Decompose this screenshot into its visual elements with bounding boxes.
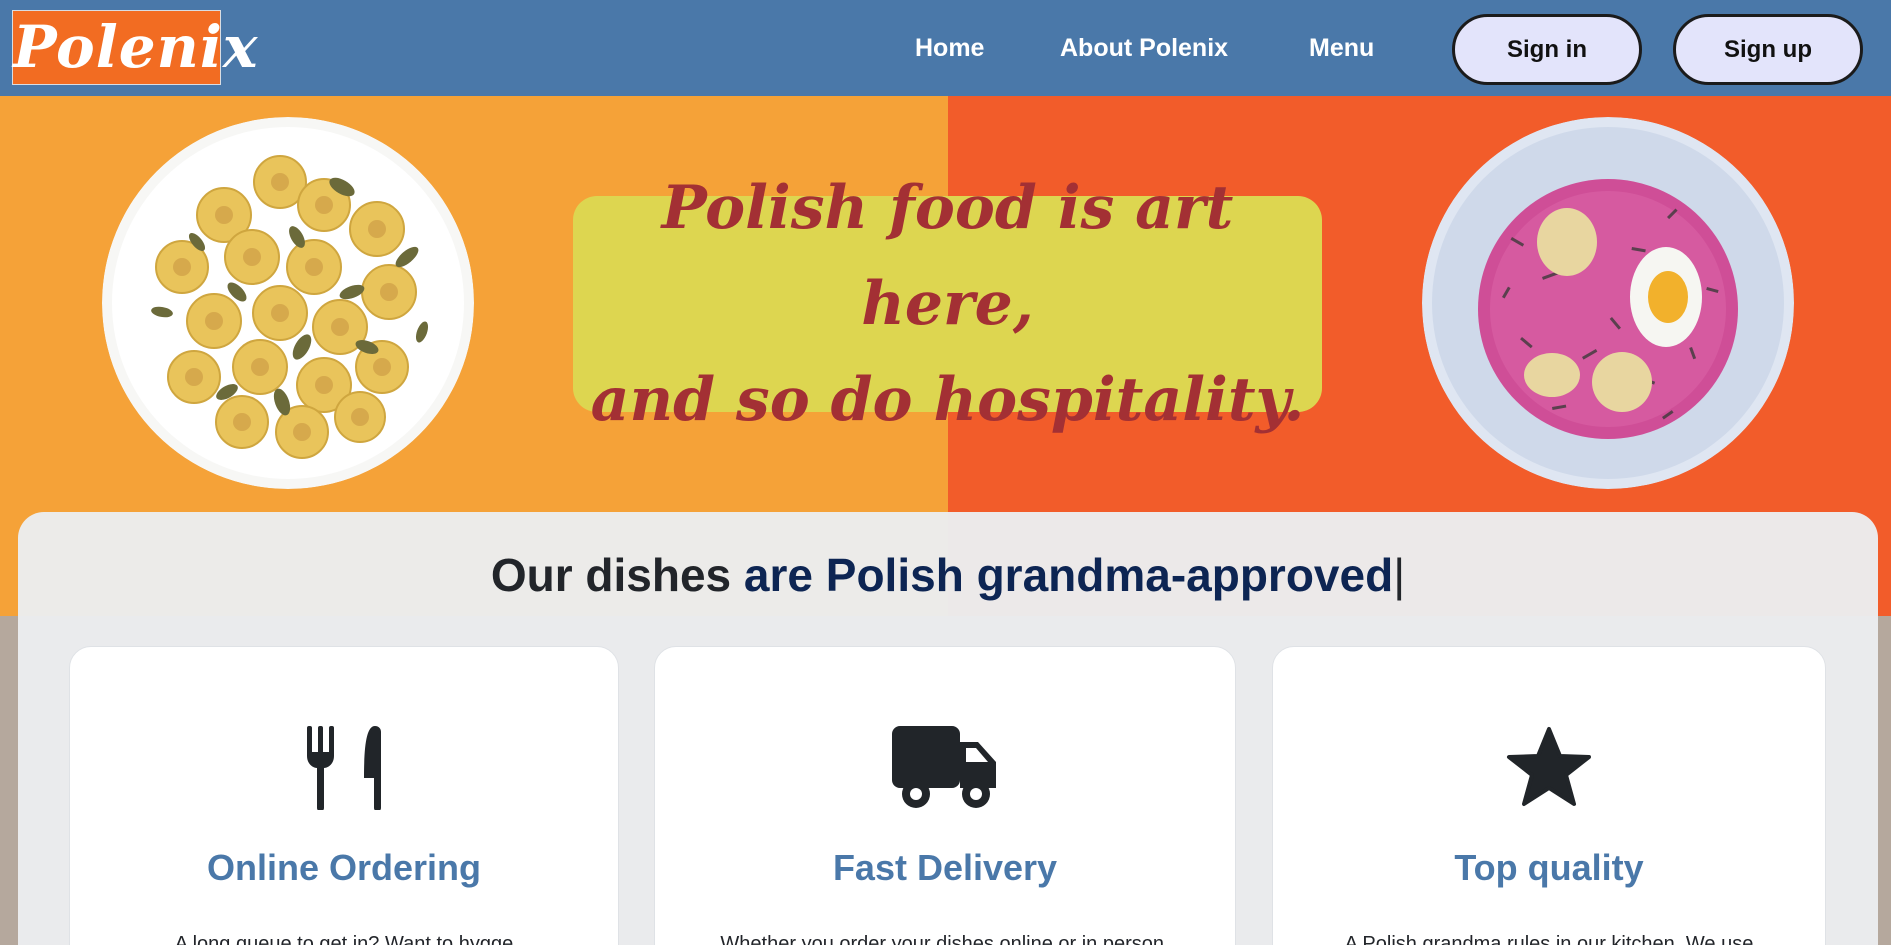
feature-card-fast-delivery: Fast Delivery Whether you order your dis… <box>654 646 1236 945</box>
card-title: Online Ordering <box>206 847 482 888</box>
nav-link-menu[interactable]: Menu <box>1309 34 1374 63</box>
typing-cursor: | <box>1393 549 1406 601</box>
feature-card-top-quality: Top quality A Polish grandma rules in ou… <box>1272 646 1826 945</box>
features-heading: Our dishes are Polish grandma-approved| <box>18 548 1878 602</box>
tagline-line-1: Polish food is art here, <box>661 173 1234 339</box>
card-text: Whether you order your dishes online or … <box>720 933 1170 945</box>
card-title: Top quality <box>1454 847 1644 888</box>
nav-link-about[interactable]: About Polenix <box>1060 34 1228 63</box>
star-icon <box>1506 726 1592 815</box>
polenix-logo[interactable]: Polenix <box>12 10 257 85</box>
utensils-icon <box>307 726 381 815</box>
tagline-line-2: and so do hospitality. <box>590 365 1305 435</box>
heading-plain-text: Our dishes <box>490 549 744 601</box>
beet-soup-plate-image <box>1422 117 1794 489</box>
nav-link-home[interactable]: Home <box>915 34 984 63</box>
hero-tagline: Polish food is art here, and so do hospi… <box>573 173 1322 435</box>
sign-in-button[interactable]: Sign in <box>1452 14 1642 85</box>
card-title: Fast Delivery <box>832 847 1058 888</box>
card-text: A long queue to get in? Want to hygge <box>174 933 514 945</box>
features-section: Our dishes are Polish grandma-approved| … <box>18 512 1878 945</box>
heading-bold-text: are Polish grandma-approved <box>743 549 1394 601</box>
dumplings-plate-image <box>102 117 474 489</box>
truck-icon <box>892 726 998 815</box>
sign-up-button[interactable]: Sign up <box>1673 14 1863 85</box>
feature-card-online-ordering: Online Ordering A long queue to get in? … <box>69 646 619 945</box>
navbar: Polenix Home About Polenix Menu Sign in … <box>0 0 1891 96</box>
card-text: A Polish grandma rules in our kitchen. W… <box>1344 933 1754 945</box>
